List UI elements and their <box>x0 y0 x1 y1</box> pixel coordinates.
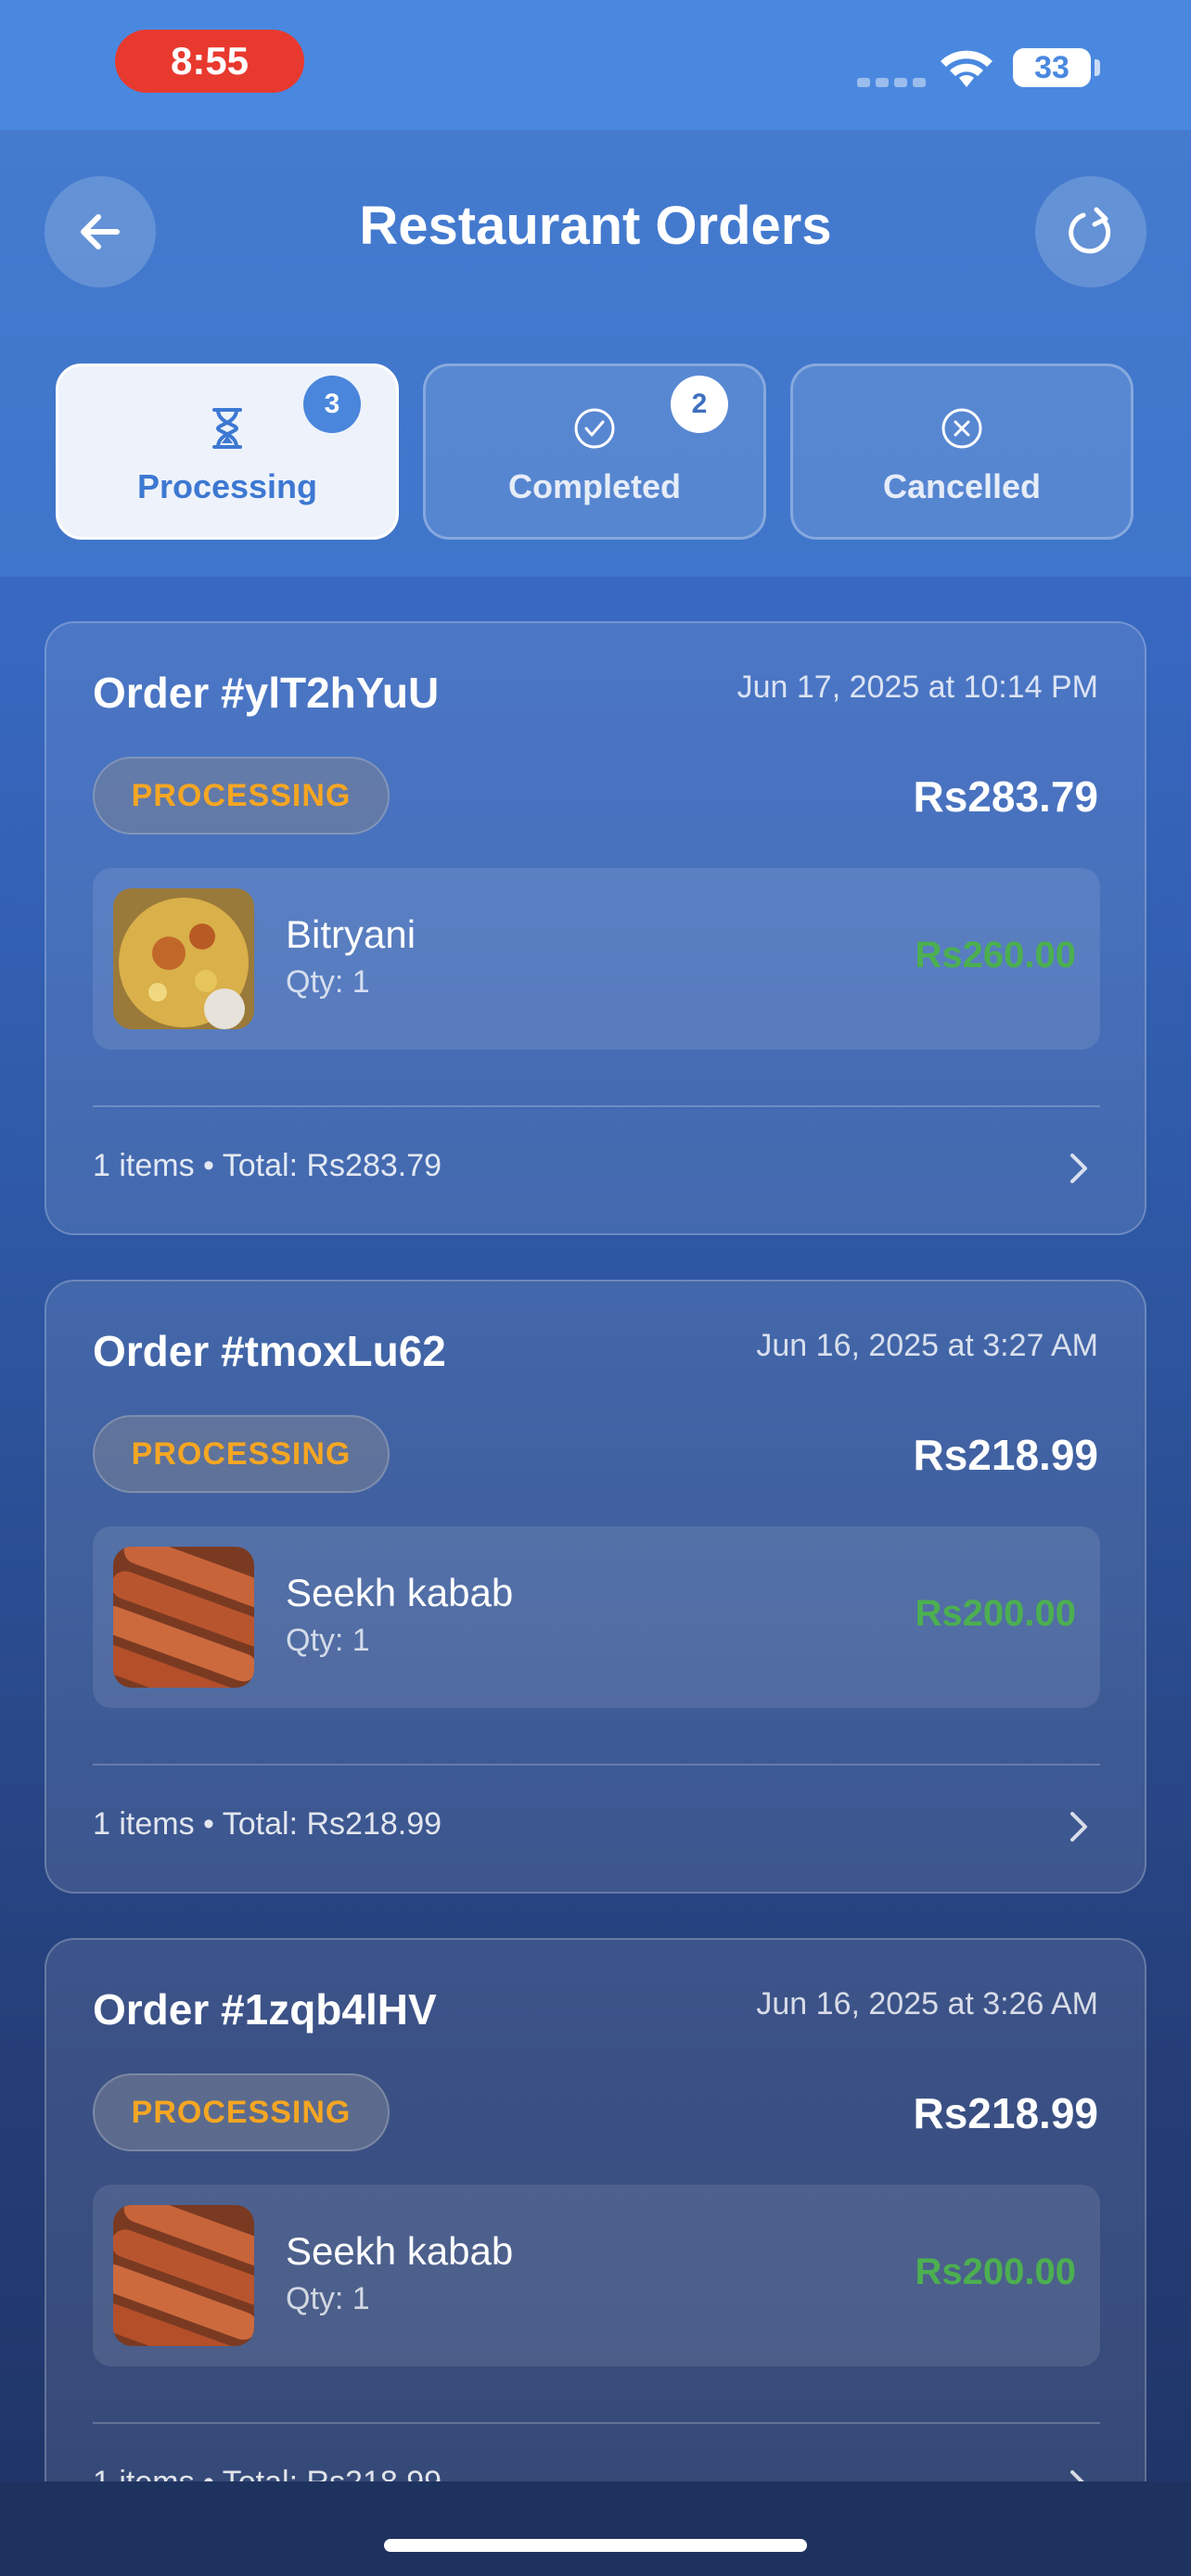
order-id: Order #ylT2hYuU <box>93 669 440 717</box>
order-card[interactable]: Order #1zqb4lHV Jun 16, 2025 at 3:26 AM … <box>45 1938 1146 2552</box>
seekh-kabab-image <box>113 2205 254 2346</box>
order-card[interactable]: Order #ylT2hYuU Jun 17, 2025 at 10:14 PM… <box>45 621 1146 1235</box>
tab-completed[interactable]: Completed 2 <box>423 363 766 540</box>
order-summary: 1 items • Total: Rs218.99 <box>93 1806 442 1842</box>
item-price: Rs260.00 <box>915 935 1076 976</box>
item-qty: Qty: 1 <box>286 1623 370 1658</box>
check-circle-icon <box>574 408 615 449</box>
tab-label: Completed <box>507 467 681 505</box>
order-item: Seekh kabab Qty: 1 Rs200.00 <box>93 1526 1100 1708</box>
header: Restaurant Orders Processing 3 Completed… <box>0 130 1191 577</box>
cellular-signal-icon <box>857 78 926 87</box>
battery-indicator: 33 <box>1013 48 1091 87</box>
item-price: Rs200.00 <box>915 1593 1076 1634</box>
order-date: Jun 16, 2025 at 3:26 AM <box>756 1986 1098 2021</box>
status-bar: 8:55 33 <box>0 0 1191 130</box>
item-price: Rs200.00 <box>915 2251 1076 2292</box>
tab-label: Processing <box>136 467 318 505</box>
hourglass-icon <box>212 408 242 449</box>
order-date: Jun 17, 2025 at 10:14 PM <box>736 670 1098 705</box>
divider <box>93 2422 1100 2424</box>
order-total: Rs218.99 <box>913 1431 1099 1479</box>
seekh-kabab-image <box>113 1547 254 1688</box>
battery-tip <box>1095 59 1100 76</box>
divider <box>93 1105 1100 1107</box>
tab-count-badge: 3 <box>303 376 361 433</box>
tab-label: Cancelled <box>882 467 1042 505</box>
biryani-image <box>113 888 254 1029</box>
order-card[interactable]: Order #tmoxLu62 Jun 16, 2025 at 3:27 AM … <box>45 1280 1146 1894</box>
item-name: Seekh kabab <box>286 1571 514 1614</box>
x-circle-icon <box>941 408 982 449</box>
page-title: Restaurant Orders <box>359 196 832 256</box>
order-id: Order #tmoxLu62 <box>93 1327 446 1375</box>
order-item: Seekh kabab Qty: 1 Rs200.00 <box>93 2185 1100 2366</box>
bottom-safe-area <box>0 2481 1191 2576</box>
divider <box>93 1764 1100 1766</box>
status-badge: PROCESSING <box>93 1415 390 1493</box>
order-summary: 1 items • Total: Rs283.79 <box>93 1148 442 1183</box>
tab-processing[interactable]: Processing 3 <box>56 363 399 540</box>
item-qty: Qty: 1 <box>286 964 370 1000</box>
item-qty: Qty: 1 <box>286 2281 370 2316</box>
home-indicator[interactable] <box>384 2539 807 2552</box>
tab-count-badge: 2 <box>671 376 728 433</box>
tab-cancelled[interactable]: Cancelled <box>790 363 1133 540</box>
order-item: Bitryani Qty: 1 Rs260.00 <box>93 868 1100 1050</box>
item-name: Bitryani <box>286 912 416 956</box>
refresh-icon <box>1069 207 1111 254</box>
status-time: 8:55 <box>115 30 304 93</box>
status-badge: PROCESSING <box>93 757 390 835</box>
order-total: Rs218.99 <box>913 2089 1099 2137</box>
order-id: Order #1zqb4lHV <box>93 1985 437 2034</box>
chevron-right-icon[interactable] <box>1065 1808 1093 1845</box>
status-badge: PROCESSING <box>93 2073 390 2151</box>
order-date: Jun 16, 2025 at 3:27 AM <box>756 1328 1098 1363</box>
order-total: Rs283.79 <box>913 772 1099 821</box>
item-name: Seekh kabab <box>286 2229 514 2273</box>
refresh-button[interactable] <box>1035 176 1146 287</box>
wifi-icon <box>941 50 992 87</box>
chevron-right-icon[interactable] <box>1065 1150 1093 1187</box>
